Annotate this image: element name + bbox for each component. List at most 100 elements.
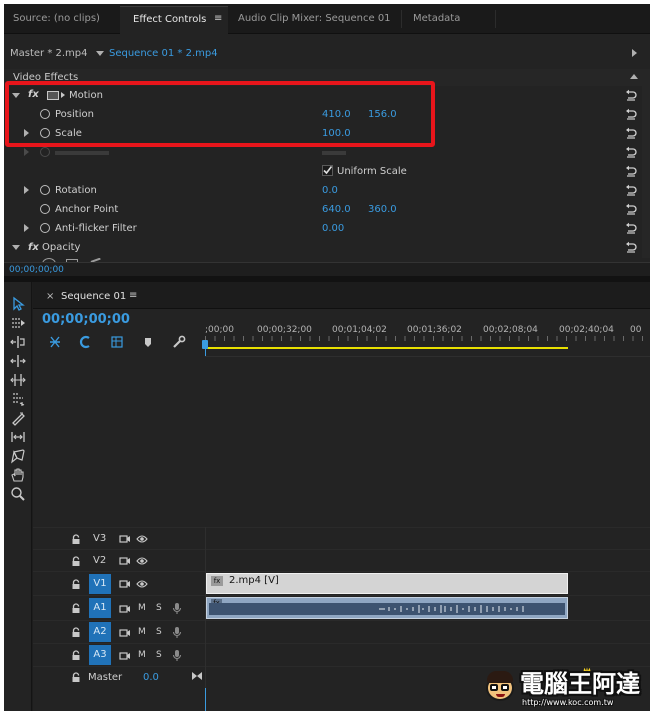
uniform-scale-checkbox[interactable] bbox=[322, 165, 333, 176]
toggle-sync-lock-icon[interactable] bbox=[119, 604, 131, 614]
watermark-url: http://www.koc.com.tw bbox=[522, 698, 614, 707]
track-target-v1[interactable]: V1 bbox=[89, 574, 111, 594]
solo-button[interactable]: S bbox=[156, 602, 162, 614]
microphone-icon[interactable] bbox=[172, 626, 182, 639]
sequence-tab-label[interactable]: Sequence 01 bbox=[61, 291, 126, 303]
track-select-tool-icon[interactable] bbox=[10, 315, 26, 331]
master-track-label: Master bbox=[88, 672, 123, 683]
sequence-clip-header[interactable]: Sequence 01 * 2.mp4 bbox=[95, 45, 245, 62]
effect-controls-timecode[interactable]: 00;00;00;00 bbox=[9, 264, 64, 276]
wrench-icon[interactable] bbox=[172, 335, 186, 349]
chevron-down-icon[interactable] bbox=[96, 51, 104, 56]
reset-icon[interactable] bbox=[625, 146, 637, 158]
toggle-sync-lock-icon[interactable] bbox=[119, 628, 131, 638]
toggle-sync-lock-icon[interactable] bbox=[119, 651, 131, 661]
sequence-tab-menu-icon[interactable]: ≡ bbox=[129, 290, 137, 302]
solo-button[interactable]: S bbox=[156, 626, 162, 638]
reset-icon[interactable] bbox=[625, 241, 637, 253]
toggle-sync-lock-icon[interactable] bbox=[119, 579, 131, 589]
master-clip-label[interactable]: Master * 2.mp4 bbox=[10, 48, 88, 60]
work-area-bar[interactable] bbox=[207, 347, 568, 349]
time-ruler[interactable]: ;00;00 00;00;32;00 00;01;04;02 00;01;36;… bbox=[202, 312, 650, 356]
lock-icon[interactable] bbox=[71, 579, 81, 590]
ruler-label: ;00;00 bbox=[205, 325, 234, 335]
lock-icon[interactable] bbox=[71, 650, 81, 661]
tab-effect-controls-label: Effect Controls bbox=[133, 14, 207, 25]
mute-button[interactable]: M bbox=[138, 602, 146, 614]
track-target-a3[interactable]: A3 bbox=[89, 645, 111, 665]
rate-stretch-tool-icon[interactable] bbox=[10, 372, 26, 388]
lock-icon[interactable] bbox=[71, 603, 81, 614]
solo-button[interactable]: S bbox=[156, 649, 162, 661]
tab-effect-controls[interactable]: Effect Controls ≡ bbox=[120, 6, 228, 34]
scroll-up-icon[interactable] bbox=[630, 74, 638, 79]
anchor-y-value[interactable]: 360.0 bbox=[368, 204, 397, 216]
tab-metadata[interactable]: Metadata bbox=[413, 13, 460, 25]
reset-icon[interactable] bbox=[625, 127, 637, 139]
anti-flicker-value[interactable]: 0.00 bbox=[322, 223, 344, 235]
lock-icon[interactable] bbox=[71, 627, 81, 638]
anchor-point-row: Anchor Point 640.0 360.0 bbox=[4, 200, 640, 219]
toggle-sync-lock-icon[interactable] bbox=[119, 556, 131, 566]
stopwatch-icon[interactable] bbox=[40, 185, 50, 195]
eye-icon[interactable] bbox=[136, 556, 148, 566]
anti-flicker-label: Anti-flicker Filter bbox=[55, 223, 137, 234]
lock-icon[interactable] bbox=[71, 534, 81, 545]
eye-icon[interactable] bbox=[136, 579, 148, 589]
sequence-clip-label: Sequence 01 * 2.mp4 bbox=[109, 48, 218, 59]
mute-button[interactable]: M bbox=[138, 649, 146, 661]
anchor-x-value[interactable]: 640.0 bbox=[322, 204, 351, 216]
expand-triangle-icon[interactable] bbox=[24, 186, 29, 194]
selection-tool-icon[interactable] bbox=[10, 296, 26, 312]
razor-tool-icon[interactable] bbox=[10, 391, 26, 407]
marker-icon[interactable] bbox=[141, 335, 155, 349]
reset-icon[interactable] bbox=[625, 222, 637, 234]
tab-audio-clip-mixer[interactable]: Audio Clip Mixer: Sequence 01 bbox=[238, 13, 391, 25]
close-sequence-icon[interactable]: × bbox=[46, 291, 54, 303]
anti-flicker-row: Anti-flicker Filter 0.00 bbox=[4, 219, 640, 238]
stopwatch-icon[interactable] bbox=[40, 204, 50, 214]
tab-menu-icon[interactable]: ≡ bbox=[214, 13, 222, 25]
track-target-a1[interactable]: A1 bbox=[89, 598, 111, 618]
ruler-label: 00;02;08;04 bbox=[483, 325, 538, 335]
expand-triangle-icon[interactable] bbox=[24, 224, 29, 232]
audio-waveform bbox=[209, 603, 565, 615]
opacity-effect-row[interactable]: fx Opacity bbox=[4, 238, 640, 257]
reset-icon[interactable] bbox=[625, 89, 637, 101]
lock-icon[interactable] bbox=[71, 672, 81, 683]
effect-controls-scrollbar[interactable] bbox=[642, 86, 650, 258]
rolling-edit-tool-icon[interactable] bbox=[10, 353, 26, 369]
mute-button[interactable]: M bbox=[138, 626, 146, 638]
fx-icon[interactable]: fx bbox=[28, 242, 39, 254]
master-volume-value[interactable]: 0.0 bbox=[143, 672, 159, 684]
audio-clip[interactable]: fx bbox=[206, 597, 568, 619]
go-to-end-icon[interactable] bbox=[191, 671, 203, 681]
lock-icon[interactable] bbox=[71, 556, 81, 567]
hand-tool-icon[interactable] bbox=[10, 467, 26, 483]
microphone-icon[interactable] bbox=[172, 602, 182, 615]
video-clip[interactable]: fx 2.mp4 [V] bbox=[206, 573, 568, 594]
slide-tool-icon[interactable] bbox=[10, 429, 26, 445]
microphone-icon[interactable] bbox=[172, 649, 182, 662]
snap-icon[interactable] bbox=[48, 335, 62, 349]
rotation-value[interactable]: 0.0 bbox=[322, 185, 338, 197]
slip-tool-icon[interactable] bbox=[10, 410, 26, 426]
expand-panel-icon[interactable] bbox=[632, 49, 637, 57]
reset-icon[interactable] bbox=[625, 108, 637, 120]
timeline-timecode[interactable]: 00;00;00;00 bbox=[42, 312, 130, 327]
track-target-a2[interactable]: A2 bbox=[89, 622, 111, 642]
toggle-sync-lock-icon[interactable] bbox=[119, 534, 131, 544]
stopwatch-icon[interactable] bbox=[40, 223, 50, 233]
linked-selection-icon[interactable] bbox=[79, 335, 93, 349]
reset-icon[interactable] bbox=[625, 184, 637, 196]
watermark-site-name: 電腦王阿達 bbox=[520, 670, 640, 698]
reset-icon[interactable] bbox=[625, 203, 637, 215]
add-marker-grid-icon[interactable] bbox=[110, 335, 124, 349]
eye-icon[interactable] bbox=[136, 534, 148, 544]
ripple-edit-tool-icon[interactable] bbox=[10, 334, 26, 350]
zoom-tool-icon[interactable] bbox=[10, 486, 26, 502]
tab-source[interactable]: Source: (no clips) bbox=[13, 13, 100, 25]
reset-icon[interactable] bbox=[625, 165, 637, 177]
collapse-triangle-icon[interactable] bbox=[12, 245, 20, 250]
pen-tool-icon[interactable] bbox=[10, 448, 26, 464]
